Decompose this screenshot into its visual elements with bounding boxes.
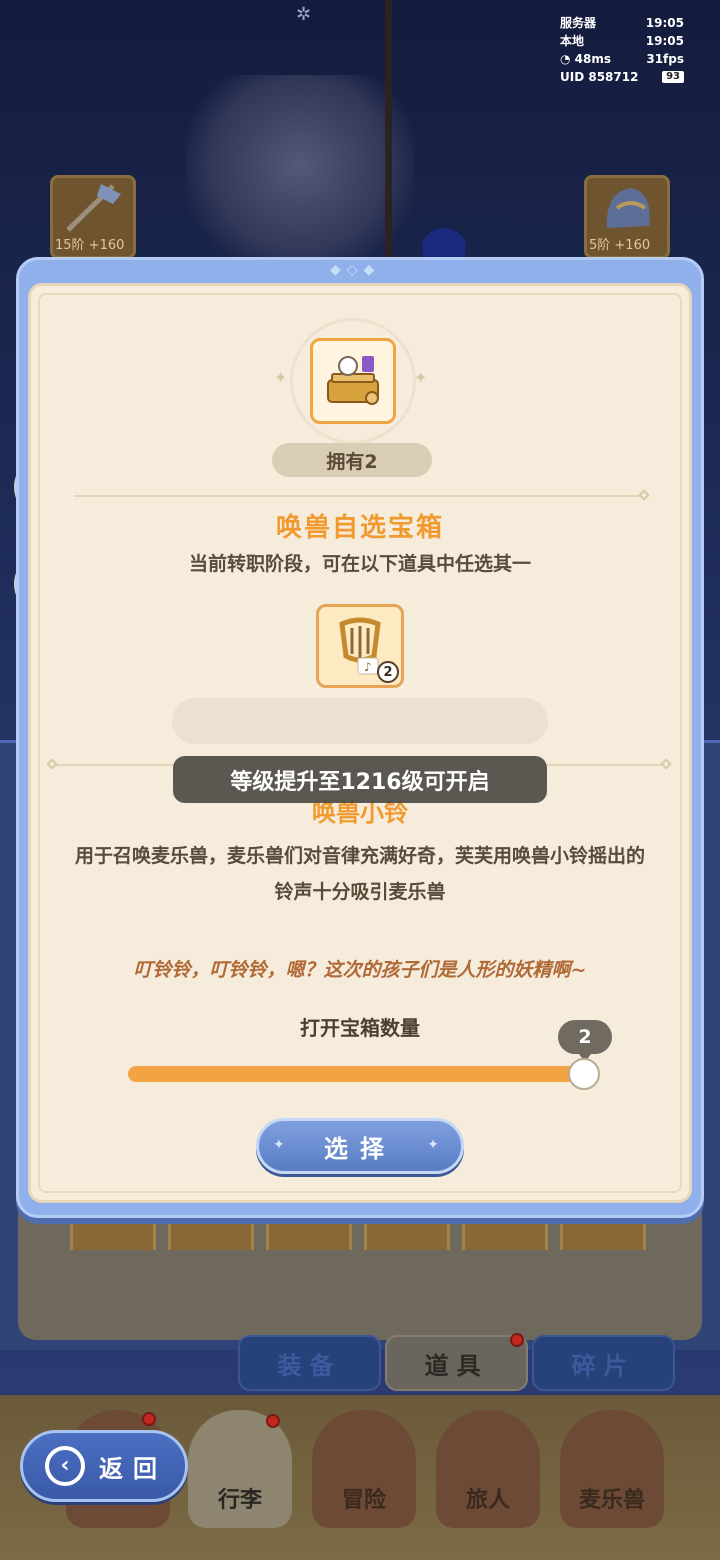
nav-item-luggage[interactable]: 行李 [188, 1410, 292, 1528]
tab-equipment[interactable]: 装备 [238, 1335, 381, 1391]
ping-value: 48ms [574, 52, 612, 66]
nav-item-travelers[interactable]: 旅人 [436, 1410, 540, 1528]
nav-luggage-label: 行李 [217, 1488, 262, 1513]
music-box-chest-icon [310, 338, 396, 424]
sparkle-icon: ✲ [296, 4, 312, 25]
item-quantity-badge: 2 [377, 661, 399, 683]
wifi-icon: ◔ [560, 52, 571, 66]
battery-icon: 93 [662, 71, 684, 83]
nav-item-pets[interactable]: 麦乐兽 [560, 1410, 664, 1528]
local-time: 19:05 [645, 34, 684, 48]
item-description: 用于召唤麦乐兽，麦乐兽们对音律充满好奇，芙芙用唤兽小铃摇出的铃声十分吸引麦乐兽 [74, 845, 645, 903]
nav-luggage-alert-dot [266, 1414, 280, 1428]
server-time: 19:05 [645, 16, 684, 30]
nav-item-adventure[interactable]: 冒险 [312, 1410, 416, 1528]
chest-title: 唤兽自选宝箱 [275, 513, 444, 543]
quantity-slider[interactable] [128, 1066, 586, 1082]
select-label: 选择 [324, 1134, 396, 1163]
uid-value: 858712 [588, 70, 639, 84]
open-quantity-label: 打开宝箱数量 [300, 1016, 420, 1040]
tab-fragments[interactable]: 碎片 [532, 1335, 675, 1391]
inventory-item[interactable] [168, 1218, 254, 1250]
sparkle-icon: ✦ [274, 368, 288, 387]
inventory-item[interactable] [462, 1218, 548, 1250]
tab-items[interactable]: 道具 [385, 1333, 528, 1391]
helmet-tier: 5阶 +160 [589, 238, 651, 253]
nav-alert-dot [142, 1412, 156, 1426]
item-name-ghost [172, 698, 548, 744]
item-flavor-text: 叮铃铃，叮铃铃，嗯？这次的孩子们是人形的妖精啊~ [133, 959, 587, 981]
quantity-slider-thumb[interactable] [568, 1058, 600, 1090]
weapon-tier: 15阶 +160 [55, 238, 125, 253]
inventory-item[interactable] [560, 1218, 646, 1250]
axe-icon [66, 184, 121, 232]
character-figure [185, 75, 415, 275]
helmet-slot[interactable]: 5阶 +160 [584, 175, 670, 259]
level-requirement-toast: 等级提升至1216级可开启 [173, 756, 547, 803]
back-label: 返回 [99, 1454, 167, 1483]
dialog-top-ornament: ◆◇◆ [330, 262, 381, 278]
quantity-slider-fill [128, 1066, 586, 1082]
inventory-item[interactable] [70, 1218, 156, 1250]
uid-label: UID [560, 70, 585, 84]
chest-description: 当前转职阶段，可在以下道具中任选其一 [188, 553, 531, 575]
inventory-item-row [70, 1218, 646, 1250]
quantity-value-bubble: 2 [558, 1020, 612, 1062]
inventory-item[interactable] [364, 1218, 450, 1250]
sparkle-icon: ✦ [427, 1137, 451, 1153]
bottom-nav: 行李 冒险 旅人 麦乐兽 [188, 1410, 664, 1528]
svg-text:♪: ♪ [364, 660, 372, 674]
tab-items-label: 道具 [424, 1351, 489, 1380]
server-label: 服务器 [560, 16, 597, 30]
inventory-item[interactable] [266, 1218, 352, 1250]
character-staff [385, 0, 392, 265]
select-button[interactable]: ✦ 选择 ✦ [256, 1118, 464, 1174]
tab-items-alert-dot [510, 1333, 524, 1347]
status-panel: 服务器 19:05 本地 19:05 ◔ 48ms 31fps UID 858712 9… [560, 14, 684, 86]
helmet-icon [606, 188, 650, 228]
sparkle-icon: ✦ [414, 368, 428, 387]
item-option[interactable]: ♪ 2 [316, 604, 404, 688]
sparkle-icon: ✦ [273, 1137, 297, 1153]
local-label: 本地 [560, 34, 585, 48]
chest-icon-frame [290, 318, 416, 444]
fps-value: 31fps [646, 52, 684, 66]
inventory-tabs: 装备 道具 碎片 [238, 1333, 675, 1391]
divider [74, 495, 644, 497]
back-arrow-icon: ‹ [45, 1446, 85, 1486]
back-button[interactable]: ‹ 返回 [20, 1430, 188, 1502]
owned-count: 拥有2 [272, 443, 432, 477]
weapon-slot[interactable]: 15阶 +160 [50, 175, 136, 259]
